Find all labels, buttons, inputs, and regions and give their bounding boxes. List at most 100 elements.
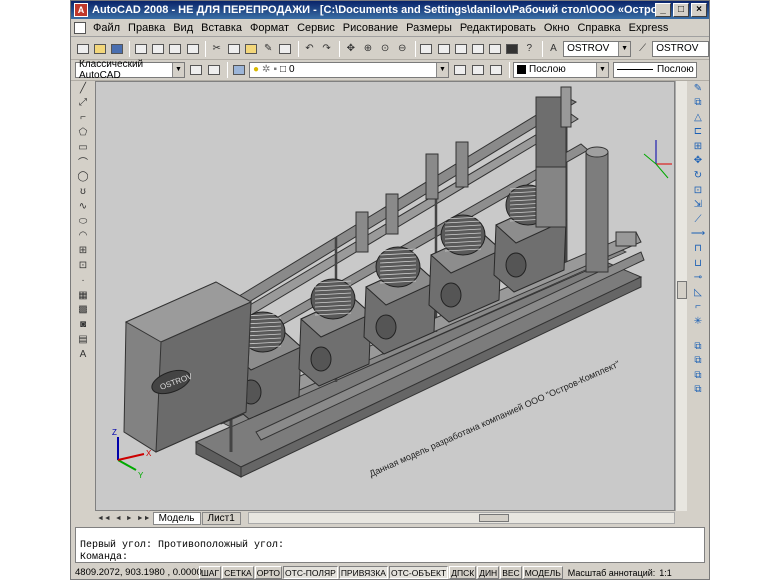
tab-model[interactable]: Модель xyxy=(152,511,201,525)
rectangle-icon[interactable]: ▭ xyxy=(75,140,91,154)
layer-states-icon[interactable] xyxy=(488,62,504,78)
dim-style-select[interactable]: OSTROV xyxy=(652,40,709,57)
properties-icon[interactable] xyxy=(419,41,434,57)
match-properties-icon[interactable]: ✎ xyxy=(261,41,276,57)
arc-icon[interactable]: ⌒ xyxy=(75,155,91,169)
copy-icon[interactable] xyxy=(226,41,241,57)
bring-to-front-icon[interactable]: ⧉ xyxy=(690,354,706,368)
markup-icon[interactable] xyxy=(487,41,502,57)
zoom-window-icon[interactable]: ⊙ xyxy=(378,41,393,57)
horizontal-scrollbar[interactable] xyxy=(247,512,675,524)
join-icon[interactable]: ⊸ xyxy=(690,271,706,285)
preview-icon[interactable] xyxy=(151,41,166,57)
snap-toggle[interactable]: ШАГ xyxy=(199,566,222,579)
annotation-scale-value[interactable]: 1:1 xyxy=(659,568,672,578)
dropdown-arrow-icon[interactable]: ▼ xyxy=(596,62,608,77)
menu-insert[interactable]: Вставка xyxy=(197,22,246,34)
mirror-icon[interactable]: △ xyxy=(690,110,706,124)
offset-icon[interactable]: ⊏ xyxy=(690,125,706,139)
dyn-toggle[interactable]: ДИН xyxy=(477,566,500,579)
sheet-set-icon[interactable] xyxy=(470,41,485,57)
fillet-icon[interactable]: ⌐ xyxy=(690,300,706,314)
line-icon[interactable]: ╱ xyxy=(75,81,91,95)
draworder-icon[interactable]: ⧉ xyxy=(690,339,706,353)
polyline-icon[interactable]: ⌐ xyxy=(75,111,91,125)
tab-last-icon[interactable]: ►► xyxy=(135,515,153,522)
lineweight-toggle[interactable]: ВЕС xyxy=(500,566,522,579)
workspace-icon[interactable] xyxy=(206,62,222,78)
workspace-select[interactable]: Классический AutoCAD ▼ xyxy=(75,59,185,81)
command-prompt[interactable]: Команда: xyxy=(76,552,704,564)
publish-icon[interactable] xyxy=(168,41,183,57)
dim-style-icon[interactable]: ⟋ xyxy=(635,41,650,57)
vertical-scrollbar[interactable] xyxy=(675,81,687,511)
save-icon[interactable] xyxy=(109,41,124,57)
polygon-icon[interactable]: ⬠ xyxy=(75,125,91,139)
break-at-point-icon[interactable]: ⊓ xyxy=(690,242,706,256)
print-icon[interactable] xyxy=(133,41,148,57)
ellipse-icon[interactable]: ⬭ xyxy=(75,214,91,228)
rotate-icon[interactable]: ↻ xyxy=(690,169,706,183)
command-line[interactable]: Первый угол: Противоположный угол: Коман… xyxy=(75,527,705,563)
ellipse-arc-icon[interactable]: ◠ xyxy=(75,229,91,243)
model-toggle[interactable]: МОДЕЛЬ xyxy=(522,566,563,579)
stretch-icon[interactable]: ⇲ xyxy=(690,198,706,212)
redo-icon[interactable]: ↷ xyxy=(319,41,334,57)
minimize-button[interactable]: _ xyxy=(655,3,671,17)
make-block-icon[interactable]: ⊡ xyxy=(75,259,91,273)
gradient-icon[interactable]: ▩ xyxy=(75,303,91,317)
tab-next-icon[interactable]: ► xyxy=(124,515,135,522)
send-to-back-icon[interactable]: ⧉ xyxy=(690,368,706,382)
color-select[interactable]: Послою ▼ xyxy=(513,61,609,78)
trim-icon[interactable]: ⟋ xyxy=(690,212,706,226)
menu-help[interactable]: Справка xyxy=(573,22,624,34)
linetype-select[interactable]: Послою xyxy=(613,61,697,78)
copy-object-icon[interactable]: ⧉ xyxy=(690,96,706,110)
menu-format[interactable]: Формат xyxy=(246,22,293,34)
scroll-thumb[interactable] xyxy=(478,514,509,522)
explode-icon[interactable]: ✳ xyxy=(690,315,706,329)
document-icon[interactable] xyxy=(74,21,86,34)
text-style-icon[interactable]: A xyxy=(546,41,561,57)
circle-icon[interactable]: ◯ xyxy=(75,170,91,184)
move-icon[interactable]: ✥ xyxy=(690,154,706,168)
break-icon[interactable]: ⊔ xyxy=(690,256,706,270)
make-layer-current-icon[interactable] xyxy=(452,62,468,78)
array-icon[interactable]: ⊞ xyxy=(690,139,706,153)
region-icon[interactable]: ◙ xyxy=(75,318,91,332)
tab-first-icon[interactable]: ◄◄ xyxy=(95,515,113,522)
menu-draw[interactable]: Рисование xyxy=(339,22,402,34)
maximize-button[interactable]: □ xyxy=(673,3,689,17)
grid-toggle[interactable]: СЕТКА xyxy=(222,566,254,579)
layer-manager-icon[interactable] xyxy=(231,62,247,78)
workspace-settings-icon[interactable] xyxy=(188,62,204,78)
chamfer-icon[interactable]: ◺ xyxy=(690,285,706,299)
construction-line-icon[interactable]: ⤢ xyxy=(75,96,91,110)
3d-dwf-icon[interactable] xyxy=(185,41,200,57)
scroll-thumb[interactable] xyxy=(677,281,687,299)
help-icon[interactable]: ? xyxy=(522,41,537,57)
open-icon[interactable] xyxy=(92,41,107,57)
zoom-previous-icon[interactable]: ⊖ xyxy=(395,41,410,57)
zoom-realtime-icon[interactable]: ⊕ xyxy=(360,41,375,57)
coordinates-readout[interactable]: 4809.2072, 903.1980 , 0.0000 xyxy=(71,567,202,578)
table-icon[interactable]: ▤ xyxy=(75,333,91,347)
tab-prev-icon[interactable]: ◄ xyxy=(113,515,124,522)
erase-icon[interactable]: ✎ xyxy=(690,81,706,95)
design-center-icon[interactable] xyxy=(436,41,451,57)
block-editor-icon[interactable] xyxy=(278,41,293,57)
hatch-icon[interactable]: ▦ xyxy=(75,288,91,302)
menu-tools[interactable]: Сервис xyxy=(293,22,339,34)
otrack-toggle[interactable]: ОТС-ОБЪЕКТ xyxy=(388,566,449,579)
menu-modify[interactable]: Редактировать xyxy=(456,22,540,34)
tool-palettes-icon[interactable] xyxy=(453,41,468,57)
tab-sheet1[interactable]: Лист1 xyxy=(201,511,241,525)
menu-express[interactable]: Express xyxy=(625,22,673,34)
menu-view[interactable]: Вид xyxy=(169,22,197,34)
scale-icon[interactable]: ⊡ xyxy=(690,183,706,197)
calculator-icon[interactable] xyxy=(505,41,520,57)
text-style-select[interactable]: OSTROV ▼ xyxy=(563,40,632,57)
dropdown-arrow-icon[interactable]: ▼ xyxy=(618,41,631,56)
new-icon[interactable] xyxy=(75,41,90,57)
polar-toggle[interactable]: ОТС-ПОЛЯР xyxy=(283,566,338,579)
